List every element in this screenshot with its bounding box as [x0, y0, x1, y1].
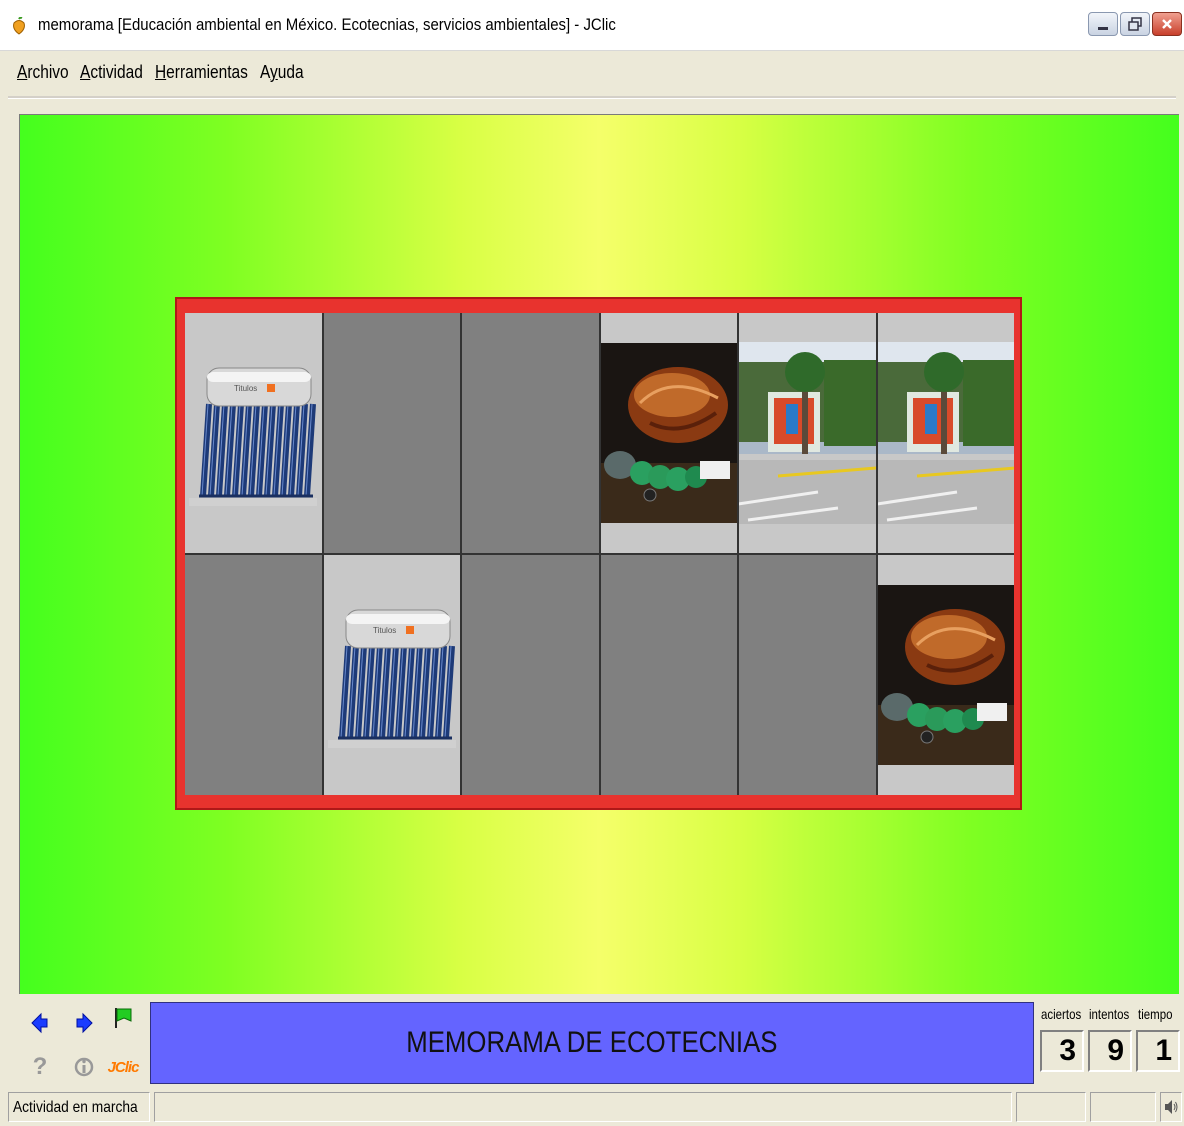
restore-icon: [1128, 17, 1142, 31]
card-face-down[interactable]: [462, 313, 599, 553]
jclic-logo[interactable]: JClic: [106, 1052, 140, 1082]
recycled-bottle-sculpture-image: [600, 343, 737, 523]
help-icon[interactable]: ?: [27, 1052, 53, 1082]
card-face-down[interactable]: [462, 555, 599, 795]
message-box: MEMORAMA DE ECOTECNIAS: [150, 1002, 1034, 1084]
minimize-button[interactable]: [1088, 12, 1118, 36]
activity-stage: Titulos Titulos: [19, 114, 1179, 994]
card-face-up[interactable]: [739, 313, 876, 553]
memory-board: Titulos Titulos: [175, 297, 1022, 810]
info-icon[interactable]: [71, 1052, 97, 1082]
close-button[interactable]: [1152, 12, 1182, 36]
status-cell-b: [1090, 1092, 1156, 1122]
menu-separator: [8, 96, 1176, 99]
green-wall-street-image: [739, 342, 876, 524]
solar-water-heater-image: Titulos: [189, 358, 318, 508]
tiempo-label: tiempo: [1138, 1006, 1173, 1022]
minimize-icon: [1098, 26, 1108, 30]
svg-text:Titulos: Titulos: [234, 384, 257, 393]
activity-message: MEMORAMA DE ECOTECNIAS: [406, 1026, 778, 1059]
sound-button[interactable]: [1160, 1092, 1182, 1122]
status-message-cell: Actividad en marcha: [8, 1092, 150, 1122]
next-arrow-icon[interactable]: [71, 1008, 97, 1038]
status-cell-main: [154, 1092, 1012, 1122]
card-face-up[interactable]: [877, 313, 1014, 553]
status-text: Actividad en marcha: [13, 1099, 138, 1116]
card-grid: Titulos Titulos: [185, 313, 1014, 795]
prev-arrow-icon[interactable]: [27, 1008, 53, 1038]
intentos-label: intentos: [1089, 1006, 1130, 1022]
window-title: memorama [Educación ambiental en México.…: [38, 15, 616, 34]
status-bar: Actividad en marcha: [0, 1090, 1184, 1126]
card-face-down[interactable]: [323, 313, 460, 553]
card-face-down[interactable]: [600, 555, 737, 795]
intentos-counter: 9: [1088, 1030, 1132, 1072]
jclic-app-icon: [13, 17, 25, 35]
close-icon: [1162, 19, 1172, 29]
flag-icon[interactable]: [110, 1003, 136, 1033]
restore-button[interactable]: [1120, 12, 1150, 36]
card-face-down[interactable]: [739, 555, 876, 795]
menu-ayuda[interactable]: Ayuda: [260, 62, 304, 83]
card-face-up[interactable]: [600, 313, 737, 553]
card-face-up[interactable]: Titulos: [323, 555, 460, 795]
card-face-down[interactable]: [185, 555, 322, 795]
svg-text:Titulos: Titulos: [373, 626, 396, 635]
tiempo-counter: 1: [1136, 1030, 1180, 1072]
card-face-up[interactable]: Titulos: [185, 313, 322, 553]
menu-bar: Archivo Actividad Herramientas Ayuda: [0, 52, 1184, 94]
status-cell-a: [1016, 1092, 1086, 1122]
menu-actividad[interactable]: Actividad: [80, 62, 143, 83]
menu-herramientas[interactable]: Herramientas: [155, 62, 248, 83]
solar-water-heater-image: Titulos: [327, 600, 456, 750]
title-bar: memorama [Educación ambiental en México.…: [0, 0, 1184, 51]
recycled-bottle-sculpture-image: [877, 585, 1014, 765]
menu-archivo[interactable]: Archivo: [17, 62, 69, 83]
green-wall-street-image: [877, 342, 1014, 524]
speaker-icon: [1165, 1100, 1178, 1114]
aciertos-counter: 3: [1040, 1030, 1084, 1072]
card-face-up[interactable]: [877, 555, 1014, 795]
aciertos-label: aciertos: [1041, 1006, 1082, 1022]
